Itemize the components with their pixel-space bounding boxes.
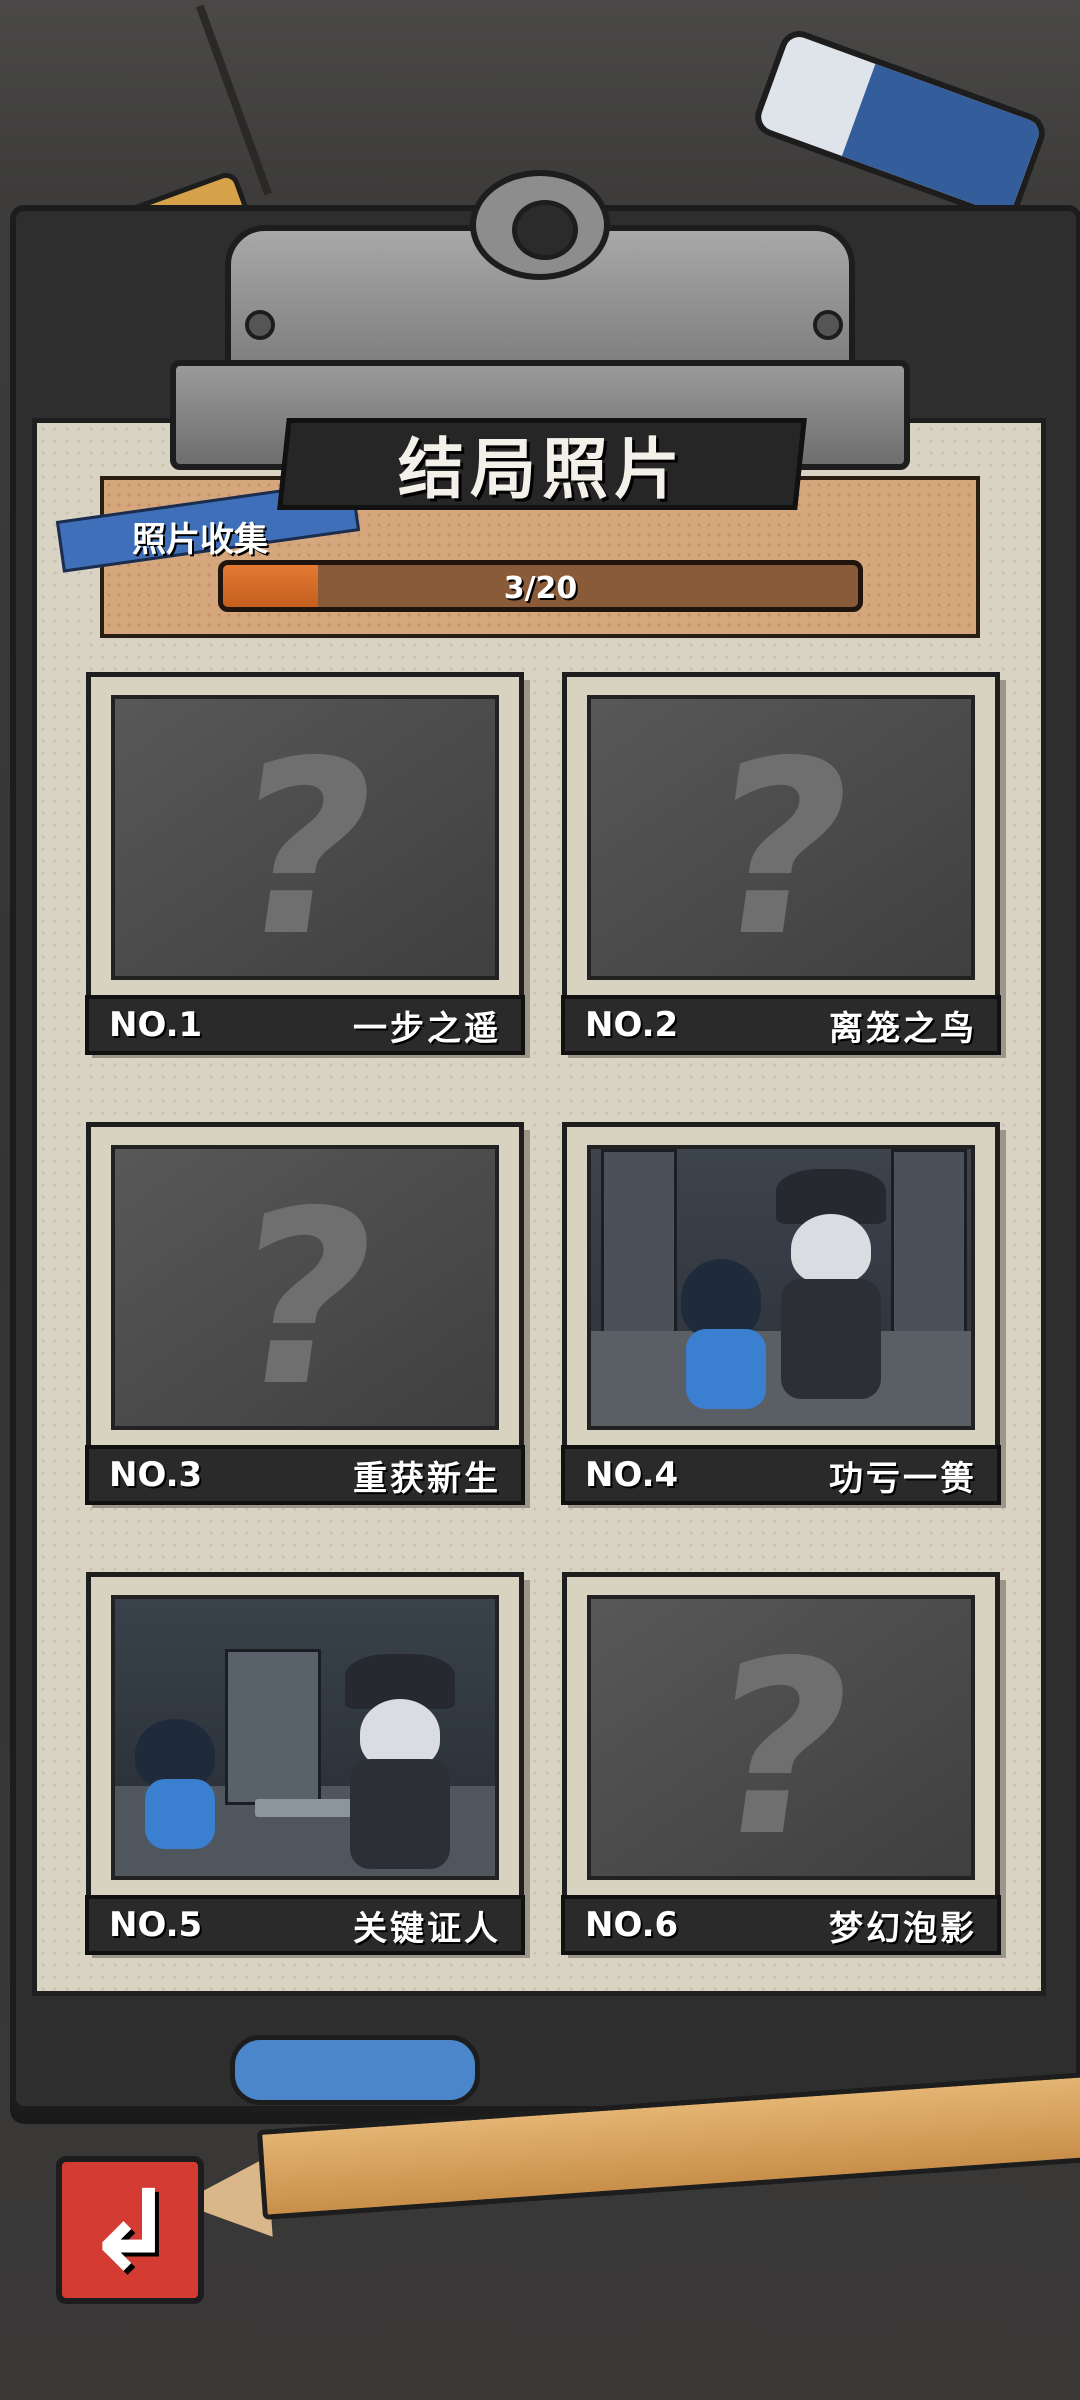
- photo-name: 离笼之鸟: [829, 1008, 977, 1049]
- back-arrow-icon: ↲: [83, 2166, 177, 2294]
- prisoner-head: [681, 1259, 761, 1339]
- page-title: 结局照片: [398, 431, 686, 508]
- photo-caption: NO.4 功亏一篑: [561, 1445, 1001, 1505]
- page-title-plate: 结局照片: [277, 418, 807, 510]
- photo-name: 功亏一篑: [829, 1458, 977, 1499]
- photo-frame: ?: [587, 695, 975, 980]
- photo-name: 关键证人: [353, 1908, 501, 1949]
- photo-caption: NO.5 关键证人: [85, 1895, 525, 1955]
- photo-caption: NO.6 梦幻泡影: [561, 1895, 1001, 1955]
- officer-body: [350, 1759, 450, 1869]
- photo-name: 一步之遥: [353, 1008, 501, 1049]
- officer-head: [791, 1214, 871, 1284]
- rivet: [245, 310, 275, 340]
- photo-card-1[interactable]: ? NO.1 一步之遥: [85, 672, 525, 1055]
- back-button[interactable]: ↲: [56, 2156, 204, 2304]
- photo-number: NO.1: [109, 1005, 203, 1045]
- interrogation-room-scene: [115, 1599, 495, 1876]
- photo-frame: [587, 1145, 975, 1430]
- photo-card-2[interactable]: ? NO.2 离笼之鸟: [561, 672, 1001, 1055]
- officer-body: [781, 1279, 881, 1399]
- photo-frame: ?: [111, 695, 499, 980]
- photo-name: 重获新生: [353, 1458, 501, 1499]
- prisoner-body: [145, 1779, 215, 1849]
- photo-number: NO.4: [585, 1455, 679, 1495]
- photo-caption: NO.1 一步之遥: [85, 995, 525, 1055]
- collection-progress-bar: 3/20: [218, 560, 863, 612]
- photo-card-5[interactable]: NO.5 关键证人: [85, 1572, 525, 1955]
- photo-number: NO.6: [585, 1905, 679, 1945]
- photo-caption: NO.2 离笼之鸟: [561, 995, 1001, 1055]
- photo-card-6[interactable]: ? NO.6 梦幻泡影: [561, 1572, 1001, 1955]
- prison-corridor-scene: [591, 1149, 971, 1426]
- collection-label: 照片收集: [132, 520, 268, 560]
- photo-number: NO.3: [109, 1455, 203, 1495]
- photo-card-4[interactable]: NO.4 功亏一篑: [561, 1122, 1001, 1505]
- photo-number: NO.5: [109, 1905, 203, 1945]
- photo-caption: NO.3 重获新生: [85, 1445, 525, 1505]
- photo-frame: ?: [587, 1595, 975, 1880]
- photo-name: 梦幻泡影: [829, 1908, 977, 1949]
- tape-roll-decoration: [230, 2035, 480, 2105]
- clip-ring: [470, 170, 610, 280]
- rivet: [813, 310, 843, 340]
- locked-question-icon: ?: [691, 1609, 871, 1880]
- locked-question-icon: ?: [215, 709, 395, 980]
- photo-frame: ?: [111, 1145, 499, 1430]
- prisoner-body: [686, 1329, 766, 1409]
- locked-question-icon: ?: [215, 1159, 395, 1430]
- photo-card-3[interactable]: ? NO.3 重获新生: [85, 1122, 525, 1505]
- photo-frame: [111, 1595, 499, 1880]
- photo-number: NO.2: [585, 1005, 679, 1045]
- locked-question-icon: ?: [691, 709, 871, 980]
- progress-text: 3/20: [503, 571, 578, 606]
